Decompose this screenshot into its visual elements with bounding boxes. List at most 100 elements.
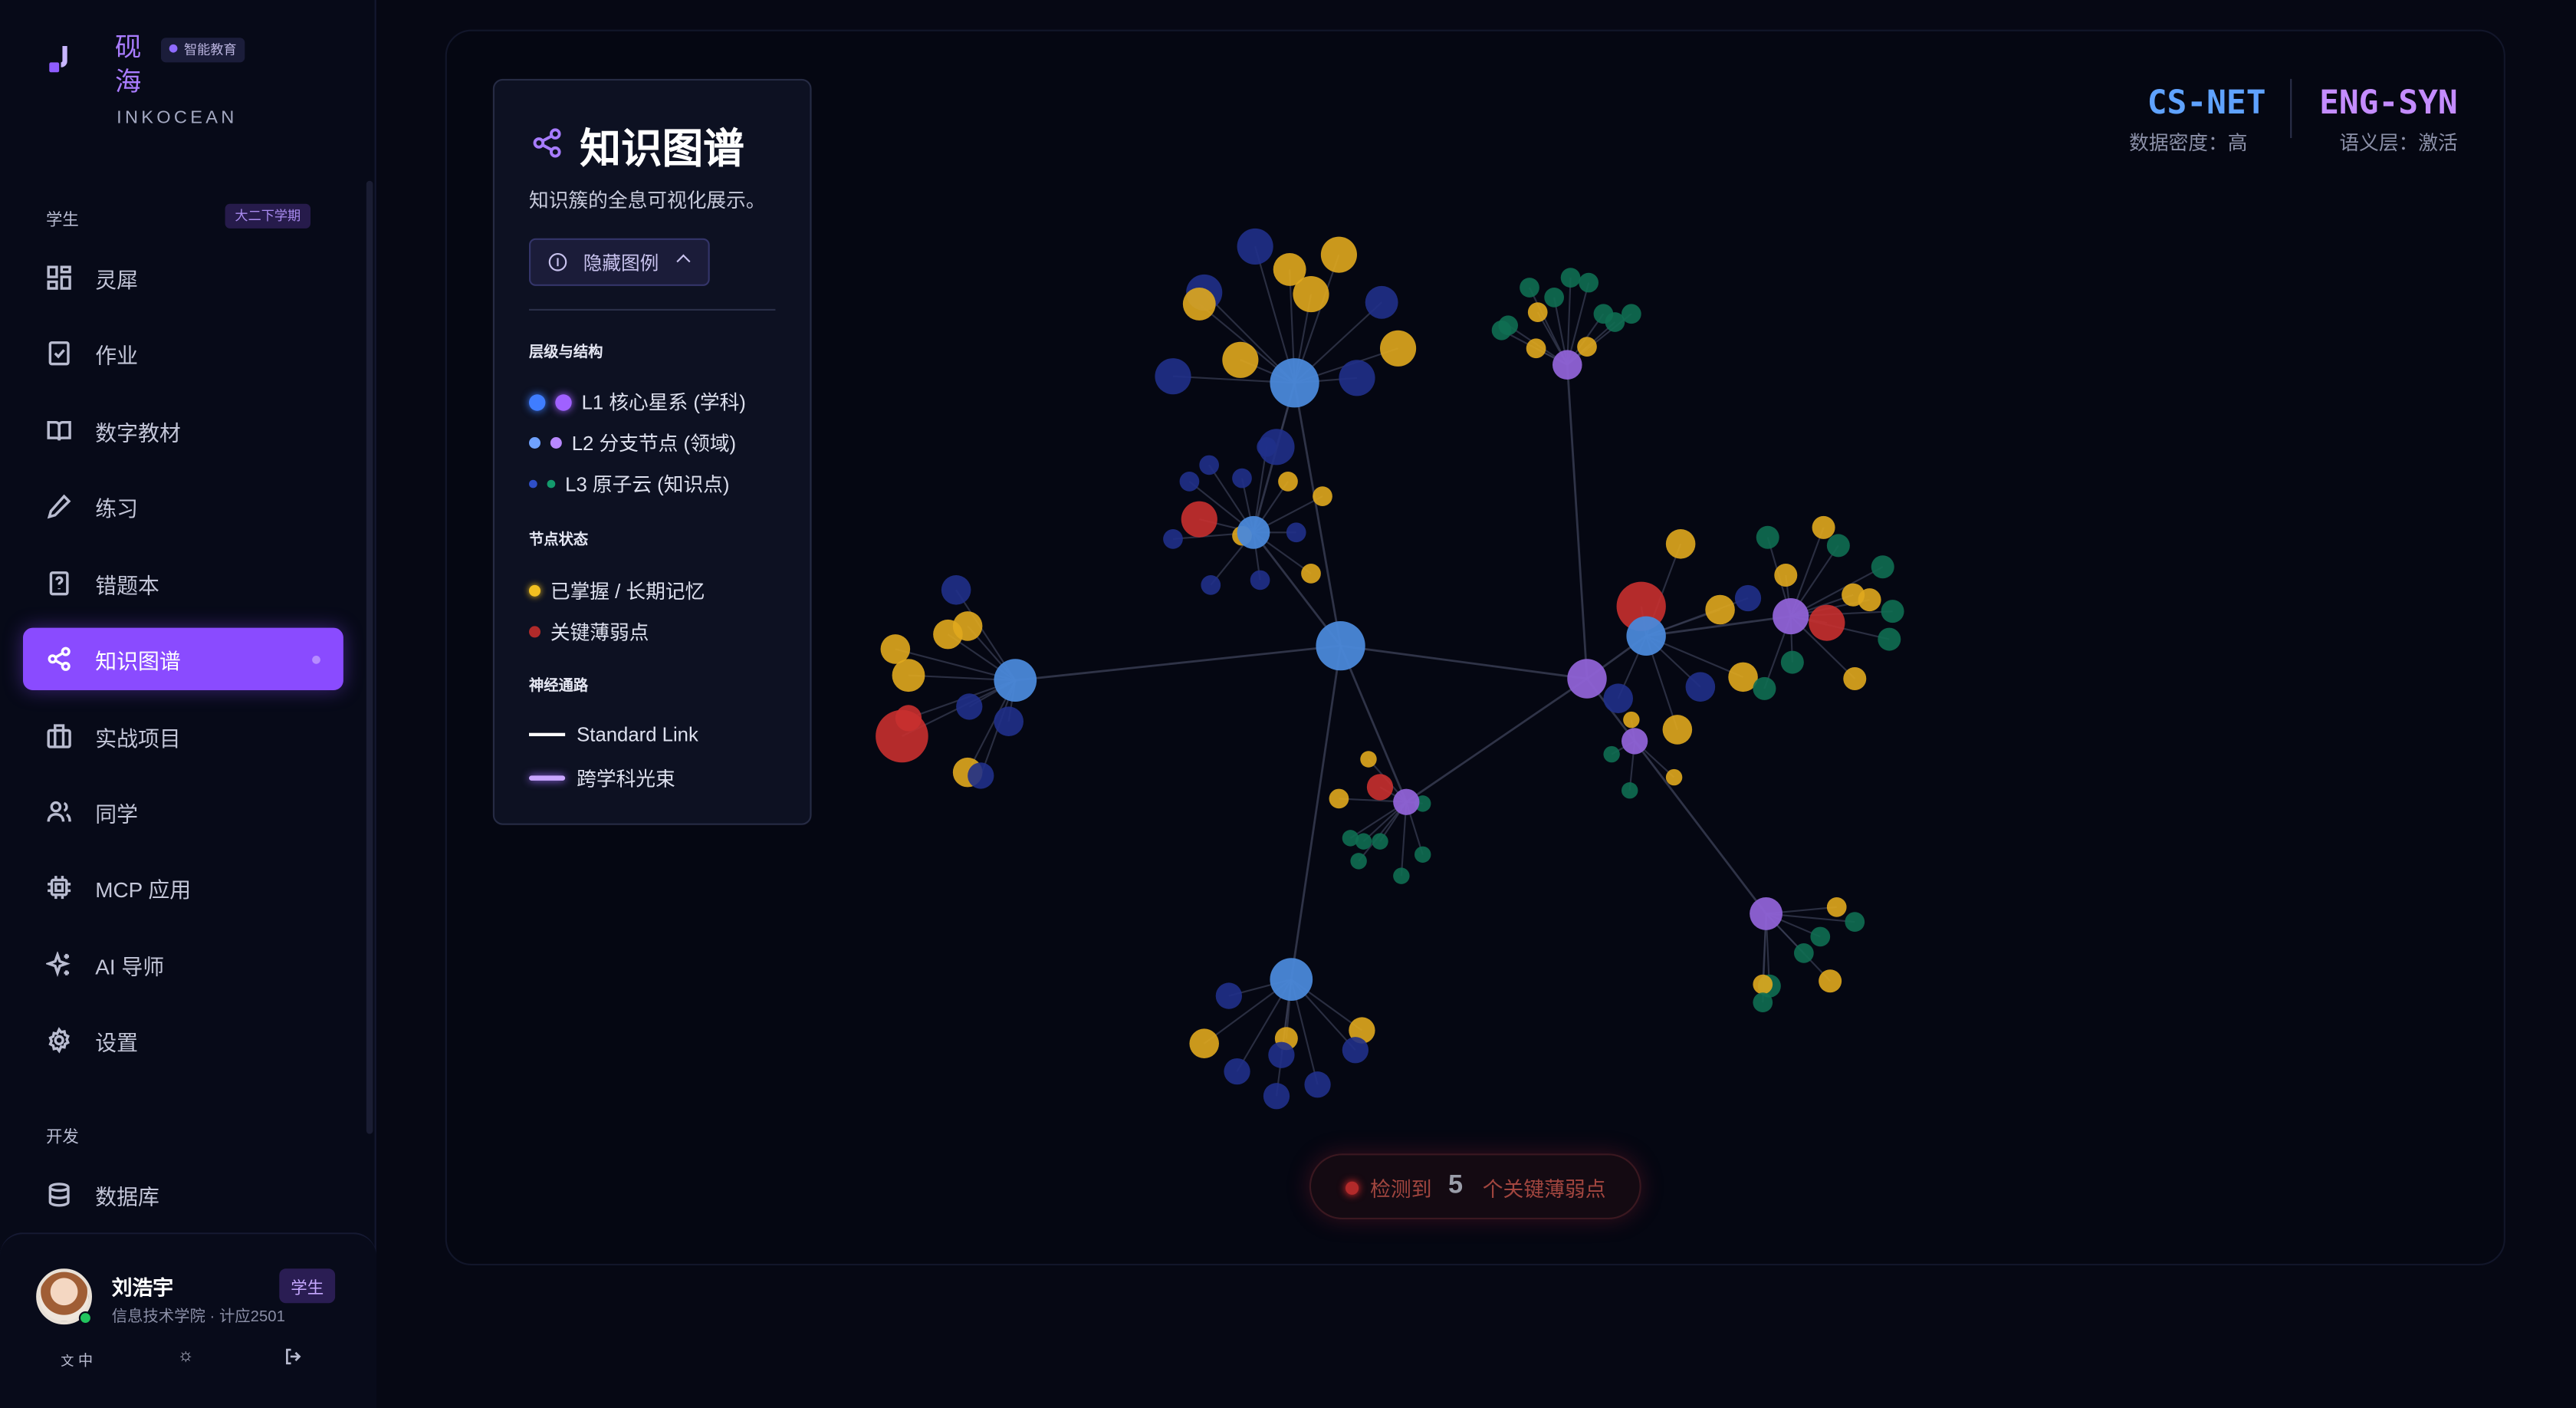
sparkles-icon — [46, 951, 71, 977]
sidebar-item-settings[interactable]: 设置 — [23, 1009, 343, 1071]
sidebar: 砚海 智能教育 INKOCEAN 学生 大二下学期 灵犀 作业 数字教材 练习 … — [0, 0, 376, 1408]
legend-label: 关键薄弱点 — [550, 621, 649, 644]
question-file-icon — [49, 571, 69, 596]
purple-dot-icon — [555, 393, 572, 410]
avatar[interactable] — [36, 1268, 93, 1325]
stat-a-code: CS-NET — [2147, 82, 2266, 122]
sidebar-item-textbook[interactable]: 数字教材 — [23, 400, 343, 462]
share-icon — [533, 128, 561, 158]
legend-l3: L3 原子云 (知识点) — [529, 470, 729, 498]
sidebar-item-label: 数据库 — [95, 1183, 159, 1209]
legend-standard-link: Standard Link — [529, 723, 698, 746]
legend-weak: 关键薄弱点 — [529, 618, 649, 646]
sidebar-item-mistakes[interactable]: 错题本 — [23, 552, 343, 614]
weak-points-alert[interactable]: 检测到 5 个关键薄弱点 — [1309, 1153, 1641, 1219]
legend-label: Standard Link — [577, 722, 698, 746]
legend-label: 跨学科光束 — [577, 767, 675, 791]
sidebar-item-label: 数字教材 — [95, 419, 181, 445]
white-line-icon — [529, 732, 566, 736]
alert-suffix: 个关键薄弱点 — [1482, 1177, 1606, 1201]
legend-l1: L1 核心星系 (学科) — [529, 388, 746, 416]
briefcase-icon — [47, 724, 71, 748]
purple-beam-icon — [529, 775, 566, 781]
sidebar-item-label: 灵犀 — [95, 267, 139, 292]
red-dot-icon — [529, 626, 540, 638]
info-icon — [548, 253, 567, 271]
database-icon — [48, 1183, 70, 1207]
legend-l2: L2 分支节点 (领域) — [529, 429, 736, 456]
share-icon — [48, 646, 71, 671]
stat-a-label: 数据密度：高 — [2129, 131, 2248, 155]
sidebar-item-label: 知识图谱 — [95, 648, 181, 673]
stat-b-label: 语义层：激活 — [2339, 131, 2458, 155]
term-badge: 大二下学期 — [225, 203, 310, 229]
blue-dot-icon — [529, 393, 546, 410]
sidebar-scrollbar[interactable] — [366, 180, 373, 1134]
sidebar-item-mcp[interactable]: MCP 应用 — [23, 856, 343, 918]
pen-icon — [47, 494, 71, 519]
sidebar-item-label: 作业 — [95, 342, 139, 367]
blue-dot-icon — [529, 437, 540, 449]
user-meta: 信息技术学院 · 计应2501 — [111, 1308, 285, 1327]
stat-b-code: ENG-SYN — [2319, 82, 2458, 122]
sidebar-item-label: 错题本 — [95, 572, 159, 597]
gear-icon — [48, 1027, 70, 1054]
online-indicator — [78, 1311, 92, 1325]
sidebar-item-projects[interactable]: 实战项目 — [23, 705, 343, 767]
legend-label: L2 分支节点 (领域) — [571, 432, 737, 456]
gold-dot-icon — [529, 584, 540, 597]
section-label-dev: 开发 — [46, 1129, 79, 1147]
book-icon — [47, 420, 71, 441]
sidebar-item-classmates[interactable]: 同学 — [23, 781, 343, 843]
sidebar-item-label: AI 导师 — [95, 953, 165, 979]
logo-icon — [46, 39, 85, 78]
legend-heading-levels: 层级与结构 — [529, 343, 603, 360]
divider — [2290, 78, 2292, 138]
page-subtitle: 知识簇的全息可视化展示。 — [529, 189, 766, 212]
active-indicator — [312, 654, 320, 663]
sidebar-item-knowledge-graph[interactable]: 知识图谱 — [23, 627, 343, 690]
clipboard-check-icon — [48, 341, 70, 366]
language-toggle[interactable]: 文 中 — [61, 1349, 93, 1370]
brand-name-en: INKOCEAN — [117, 108, 238, 129]
theme-toggle-icon[interactable]: ☼ — [177, 1346, 194, 1366]
page-title: 知识图谱 — [580, 127, 744, 173]
hide-legend-button[interactable]: 隐藏图例 — [529, 238, 710, 286]
alert-prefix: 检测到 — [1370, 1177, 1432, 1201]
legend-heading-links: 神经通路 — [529, 676, 589, 694]
legend-mastered: 已掌握 / 长期记忆 — [529, 577, 705, 604]
users-icon — [47, 801, 71, 822]
user-name: 刘浩宇 — [111, 1277, 174, 1300]
navy-dot-icon — [529, 479, 537, 489]
chip-icon — [48, 876, 71, 900]
sidebar-item-label: 实战项目 — [95, 725, 181, 751]
green-dot-icon — [547, 479, 556, 489]
sidebar-item-lingxi[interactable]: 灵犀 — [23, 246, 343, 308]
chevron-up-icon — [676, 254, 691, 268]
translate-icon: 文 — [61, 1354, 74, 1369]
grid-icon — [47, 265, 71, 290]
sidebar-item-database[interactable]: 数据库 — [23, 1163, 343, 1225]
role-badge: 学生 — [279, 1268, 336, 1304]
divider — [529, 308, 776, 311]
sidebar-item-label: 设置 — [95, 1029, 139, 1054]
sidebar-item-ai-tutor[interactable]: AI 导师 — [23, 933, 343, 995]
section-label-student: 学生 — [46, 212, 79, 230]
legend-panel: 知识图谱 知识簇的全息可视化展示。 隐藏图例 层级与结构 L1 核心星系 (学科… — [492, 78, 812, 825]
sidebar-item-label: MCP 应用 — [95, 877, 192, 902]
legend-label: L3 原子云 (知识点) — [565, 473, 730, 497]
legend-cross-link: 跨学科光束 — [529, 764, 675, 791]
brand-name: 砚海 — [115, 31, 142, 97]
sidebar-item-practice[interactable]: 练习 — [23, 475, 343, 537]
legend-heading-status: 节点状态 — [529, 531, 589, 548]
legend-label: 已掌握 / 长期记忆 — [550, 580, 705, 604]
sidebar-item-label: 练习 — [95, 495, 139, 521]
legend-label: L1 核心星系 (学科) — [581, 390, 746, 414]
alert-count: 5 — [1447, 1171, 1464, 1200]
brand[interactable]: 砚海 智能教育 INKOCEAN — [46, 30, 245, 128]
hide-legend-label: 隐藏图例 — [583, 254, 659, 274]
purple-dot-icon — [550, 437, 562, 449]
language-label: 中 — [77, 1352, 94, 1369]
logout-icon[interactable] — [284, 1347, 303, 1369]
sidebar-item-homework[interactable]: 作业 — [23, 322, 343, 384]
